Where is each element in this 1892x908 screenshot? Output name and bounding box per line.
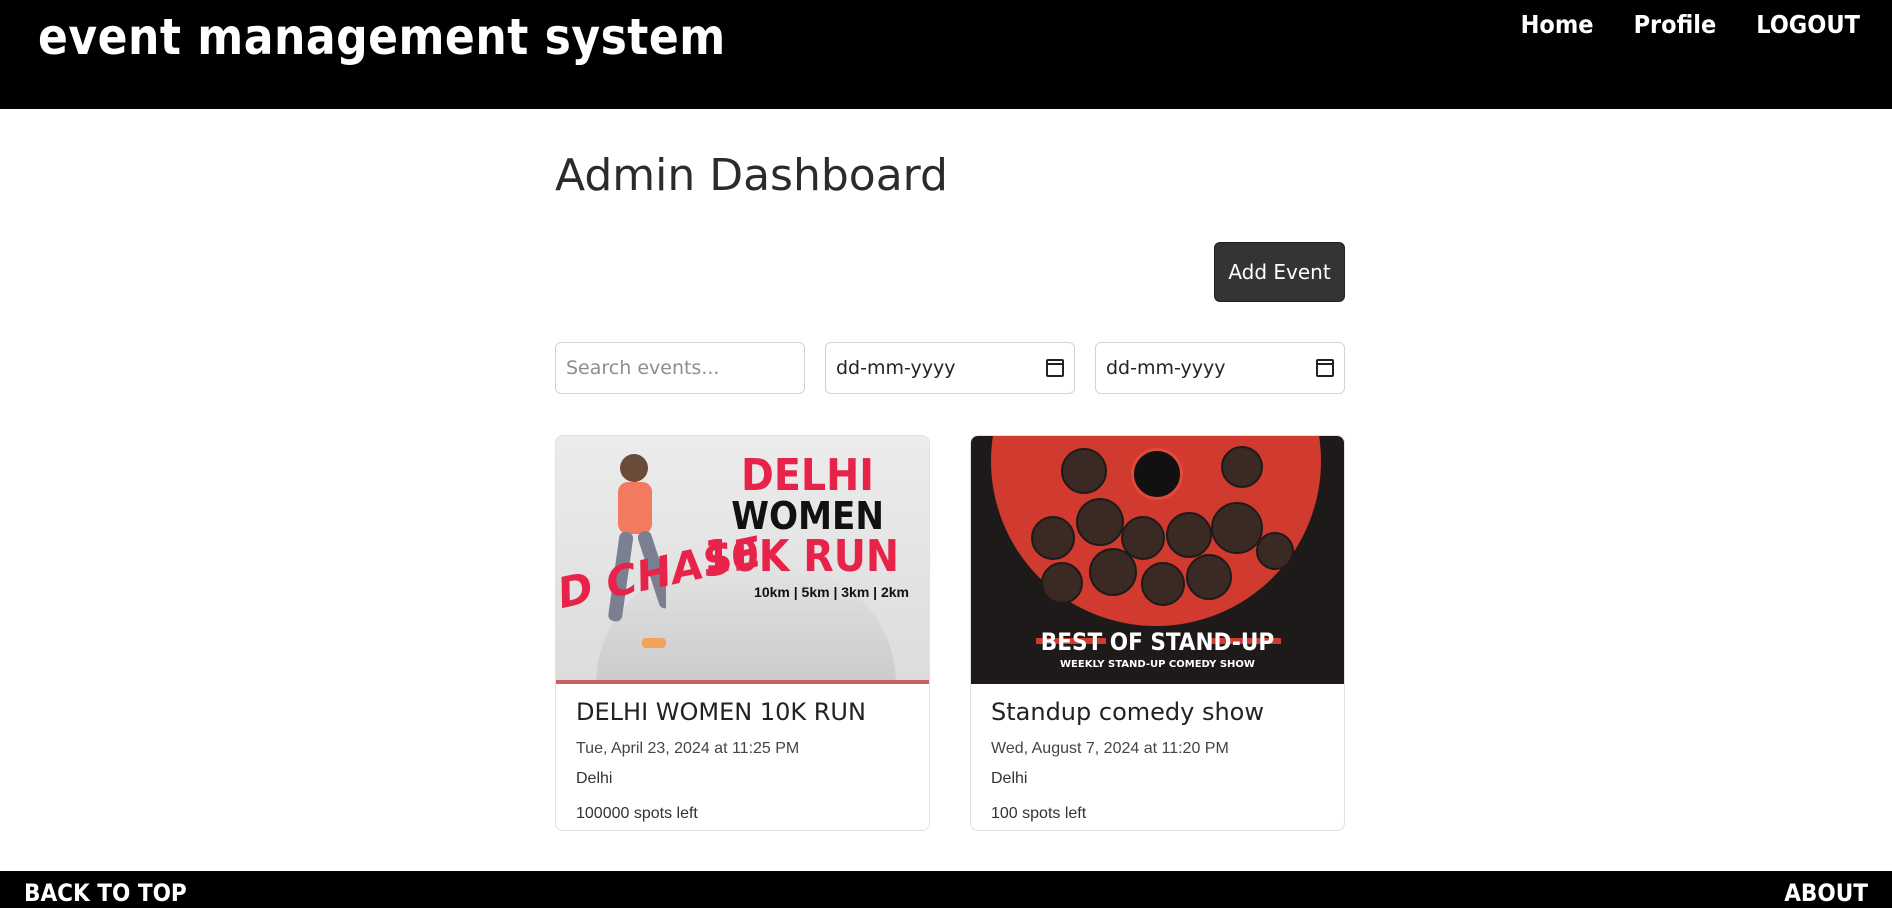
- event-card[interactable]: D CHASE DELHI WOMEN 10K RUN 10km | 5km |…: [555, 435, 930, 831]
- search-input[interactable]: Search events...: [555, 342, 805, 394]
- comedian-face: [1031, 516, 1075, 560]
- comedian-face: [1256, 532, 1294, 570]
- date-to-input[interactable]: dd-mm-yyyy: [1095, 342, 1345, 394]
- event-image: D CHASE DELHI WOMEN 10K RUN 10km | 5km |…: [556, 436, 929, 684]
- page-title: Admin Dashboard: [555, 150, 948, 201]
- mic-logo-icon: [1131, 448, 1183, 500]
- date-from-input[interactable]: dd-mm-yyyy: [825, 342, 1075, 394]
- comedian-face: [1061, 448, 1107, 494]
- event-card[interactable]: BEST OF STAND-UP WEEKLY STAND-UP COMEDY …: [970, 435, 1345, 831]
- back-to-top-link[interactable]: BACK TO TOP: [24, 879, 187, 907]
- footer-bar: BACK TO TOP ABOUT: [0, 871, 1892, 908]
- main-nav: Home Profile LOGOUT: [1521, 10, 1860, 39]
- date-from-placeholder: dd-mm-yyyy: [836, 357, 956, 379]
- add-event-button[interactable]: Add Event: [1214, 242, 1345, 302]
- comedian-face: [1041, 562, 1083, 604]
- comedian-face: [1221, 446, 1263, 488]
- comedian-face: [1089, 548, 1137, 596]
- event-location: Delhi: [576, 770, 613, 787]
- calendar-icon[interactable]: [1046, 359, 1064, 377]
- event-title: Standup comedy show: [991, 698, 1264, 726]
- poster-distances: 10km | 5km | 3km | 2km: [754, 584, 909, 600]
- brand-title[interactable]: event management system: [38, 8, 726, 66]
- nav-logout-link[interactable]: LOGOUT: [1756, 10, 1860, 39]
- image-divider: [556, 680, 929, 684]
- poster-line-3: 10K RUN: [703, 531, 899, 582]
- event-title: DELHI WOMEN 10K RUN: [576, 698, 866, 726]
- comedian-face: [1186, 554, 1232, 600]
- calendar-icon[interactable]: [1316, 359, 1334, 377]
- nav-profile-link[interactable]: Profile: [1634, 10, 1717, 39]
- about-link[interactable]: ABOUT: [1784, 879, 1868, 907]
- poster-subline: WEEKLY STAND-UP COMEDY SHOW: [1060, 659, 1255, 670]
- comedian-face: [1166, 512, 1212, 558]
- card-body: DELHI WOMEN 10K RUN Tue, April 23, 2024 …: [556, 684, 929, 830]
- event-spots: 100 spots left: [991, 805, 1087, 822]
- search-placeholder: Search events...: [566, 357, 720, 379]
- event-spots: 100000 spots left: [576, 805, 698, 822]
- nav-home-link[interactable]: Home: [1521, 10, 1594, 39]
- top-navbar: event management system Home Profile LOG…: [0, 0, 1892, 109]
- event-location: Delhi: [991, 770, 1028, 787]
- comedian-face: [1141, 562, 1185, 606]
- event-image: BEST OF STAND-UP WEEKLY STAND-UP COMEDY …: [971, 436, 1344, 684]
- comedian-face: [1076, 498, 1124, 546]
- event-date: Wed, August 7, 2024 at 11:20 PM: [991, 740, 1229, 757]
- comedian-face: [1211, 502, 1263, 554]
- poster-headline: BEST OF STAND-UP: [1040, 628, 1275, 656]
- date-to-placeholder: dd-mm-yyyy: [1106, 357, 1226, 379]
- event-date: Tue, April 23, 2024 at 11:25 PM: [576, 740, 800, 757]
- card-body: Standup comedy show Wed, August 7, 2024 …: [971, 684, 1344, 830]
